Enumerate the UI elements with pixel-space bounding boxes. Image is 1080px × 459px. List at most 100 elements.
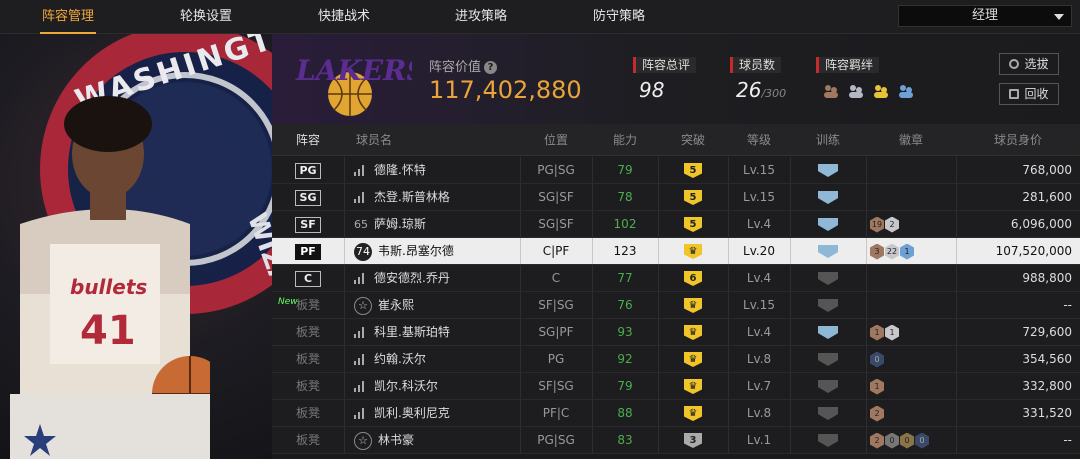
badge-icon: 1 bbox=[870, 324, 884, 341]
help-icon[interactable]: ? bbox=[484, 61, 498, 74]
ability-cell: 92 bbox=[617, 352, 633, 366]
player-name[interactable]: 杰登.斯普林格 bbox=[374, 190, 450, 204]
bench-label: 板凳 bbox=[295, 379, 320, 393]
bench-label: 板凳 bbox=[295, 352, 320, 366]
name-cell: 德安德烈.乔丹 bbox=[344, 265, 520, 291]
bond-silver-icon[interactable] bbox=[847, 82, 865, 100]
signal-icon bbox=[354, 381, 364, 392]
position-slot[interactable]: SG bbox=[295, 189, 321, 206]
player-name[interactable]: 凯利.奥利尼克 bbox=[374, 406, 450, 420]
name-cell: 科里.基斯珀特 bbox=[344, 319, 520, 345]
table-row[interactable]: SG 杰登.斯普林格 SG|SF 78 5 Lv.15 281,600 bbox=[272, 184, 1080, 211]
bond-icons bbox=[822, 80, 917, 100]
slot-cell: SF bbox=[272, 211, 344, 237]
table-row[interactable]: C 德安德烈.乔丹 C 77 6 Lv.4 988,800 bbox=[272, 265, 1080, 292]
level-cell: Lv.4 bbox=[746, 271, 772, 285]
level-cell: Lv.8 bbox=[746, 406, 772, 420]
col-position[interactable]: 位置 bbox=[520, 124, 592, 156]
crown-icon: ♛ bbox=[684, 244, 702, 259]
slot-cell: 板凳 bbox=[272, 427, 344, 453]
player-name[interactable]: 德安德烈.乔丹 bbox=[374, 271, 450, 285]
bond-label: 阵容羁绊 bbox=[816, 57, 880, 73]
badges-cell: 1 bbox=[866, 373, 956, 399]
table-row[interactable]: 板凳 ☆ 崔永熙 SF|SG 76 ♛ Lv.15 -- bbox=[272, 292, 1080, 319]
col-breakthrough[interactable]: 突破 bbox=[658, 124, 728, 156]
training-cell bbox=[790, 400, 866, 426]
player-name[interactable]: 萨姆.琼斯 bbox=[374, 217, 426, 231]
player-name[interactable]: 韦斯.昂塞尔德 bbox=[378, 244, 454, 258]
tab-defense[interactable]: 防守策略 bbox=[581, 0, 657, 34]
badge-icon: 0 bbox=[885, 432, 899, 449]
select-button[interactable]: 选拔 bbox=[999, 53, 1059, 75]
badges-cell: 3 22 1 bbox=[866, 238, 956, 264]
player-name[interactable]: 约翰.沃尔 bbox=[374, 352, 426, 366]
training-cell bbox=[790, 157, 866, 183]
badge-icon: 22 bbox=[885, 243, 899, 260]
badges-cell bbox=[866, 184, 956, 210]
player-name[interactable]: 林书豪 bbox=[378, 433, 414, 447]
bond-brown-icon[interactable] bbox=[822, 82, 840, 100]
training-icon bbox=[818, 353, 838, 366]
level-cell: Lv.1 bbox=[746, 433, 772, 447]
badges-cell bbox=[866, 265, 956, 291]
col-name[interactable]: 球员名 bbox=[344, 124, 404, 156]
breakthrough-cell: 3 bbox=[658, 427, 728, 453]
table-row[interactable]: 板凳 科里.基斯珀特 SG|PF 93 ♛ Lv.4 1 1 729,600 bbox=[272, 319, 1080, 346]
bond-stat: 阵容羁绊 bbox=[816, 54, 914, 98]
col-ability[interactable]: 能力 bbox=[592, 124, 658, 156]
col-training[interactable]: 训练 bbox=[790, 124, 866, 156]
player-name[interactable]: 崔永熙 bbox=[378, 298, 414, 312]
col-level[interactable]: 等级 bbox=[728, 124, 790, 156]
level-cell: Lv.15 bbox=[743, 190, 775, 204]
col-lineup[interactable]: 阵容 bbox=[272, 124, 344, 156]
position-cell: C|PF bbox=[542, 244, 570, 258]
crown-icon: ♛ bbox=[684, 325, 702, 340]
ability-cell: 102 bbox=[613, 217, 637, 231]
position-slot[interactable]: PG bbox=[295, 162, 321, 179]
tab-quick-tactics[interactable]: 快捷战术 bbox=[306, 0, 382, 34]
table-row[interactable]: PG 德隆.怀特 PG|SG 79 5 Lv.15 768,000 bbox=[272, 157, 1080, 184]
breakthrough-cell: 5 bbox=[658, 157, 728, 183]
bench-label: 板凳 bbox=[295, 433, 320, 447]
manager-select[interactable]: 经理 bbox=[898, 5, 1072, 27]
tab-offense[interactable]: 进攻策略 bbox=[443, 0, 519, 34]
table-row[interactable]: PF 74 韦斯.昂塞尔德 C|PF 123 ♛ Lv.20 3 22 1 107,520,000 bbox=[272, 238, 1080, 265]
player-count-stat: 球员数 26/300 bbox=[730, 54, 786, 102]
table-row[interactable]: SF 65 萨姆.琼斯 SG|SF 102 5 Lv.4 19 2 6,096,000 bbox=[272, 211, 1080, 238]
star-icon: ☆ bbox=[354, 296, 372, 315]
table-row[interactable]: 板凳 凯利.奥利尼克 PF|C 88 ♛ Lv.8 2 331,520 bbox=[272, 400, 1080, 427]
breakthrough-cell: 6 bbox=[658, 265, 728, 291]
player-name[interactable]: 凯尔.科沃尔 bbox=[374, 379, 438, 393]
player-value-cell: 332,800 bbox=[1022, 379, 1072, 393]
breakthrough-cell: ♛ bbox=[658, 346, 728, 372]
tab-lineup[interactable]: 阵容管理 bbox=[30, 0, 106, 34]
col-badges[interactable]: 徽章 bbox=[866, 124, 956, 156]
table-row[interactable]: 板凳 约翰.沃尔 PG 92 ♛ Lv.8 0 354,560 bbox=[272, 346, 1080, 373]
position-slot[interactable]: C bbox=[295, 270, 321, 287]
badge-icon: 0 bbox=[900, 432, 914, 449]
player-name[interactable]: 科里.基斯珀特 bbox=[374, 325, 450, 339]
lakers-logo-text: LAKERS bbox=[295, 54, 412, 87]
slot-cell: 板凳 bbox=[272, 319, 344, 345]
badge-icon: 2 bbox=[870, 432, 884, 449]
recycle-button[interactable]: 回收 bbox=[999, 83, 1059, 105]
badges-cell: 2 bbox=[866, 400, 956, 426]
training-cell bbox=[790, 346, 866, 372]
training-icon bbox=[818, 164, 838, 177]
tab-rotation[interactable]: 轮换设置 bbox=[168, 0, 244, 34]
name-cell: 74 韦斯.昂塞尔德 bbox=[344, 238, 520, 264]
player-name[interactable]: 德隆.怀特 bbox=[374, 163, 426, 177]
col-player-value[interactable]: 球员身价 bbox=[956, 124, 1080, 156]
name-cell: 约翰.沃尔 bbox=[344, 346, 520, 372]
position-slot[interactable]: PF bbox=[295, 243, 321, 260]
player-value-cell: 107,520,000 bbox=[995, 244, 1072, 258]
table-row[interactable]: 板凳 ☆ 林书豪 PG|SG 83 3 Lv.1 2 0 0 0 -- bbox=[272, 427, 1080, 454]
table-row[interactable]: 板凳 凯尔.科沃尔 SF|SG 79 ♛ Lv.7 1 332,800 bbox=[272, 373, 1080, 400]
bond-blue-icon[interactable] bbox=[897, 82, 915, 100]
position-slot[interactable]: SF bbox=[295, 216, 321, 233]
bond-gold-icon[interactable] bbox=[872, 82, 890, 100]
overall-stat: 阵容总评 98 bbox=[633, 54, 697, 102]
breakthrough-badge: 3 bbox=[684, 433, 702, 448]
ability-cell: 93 bbox=[617, 325, 633, 339]
breakthrough-cell: 5 bbox=[658, 184, 728, 210]
